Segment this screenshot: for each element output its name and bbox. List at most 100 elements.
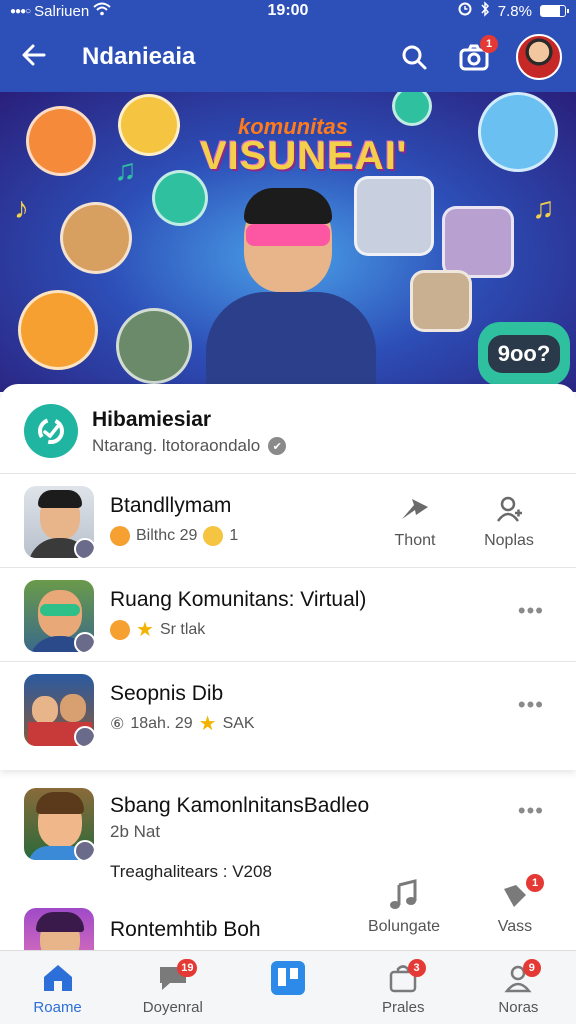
bag-icon <box>346 963 461 993</box>
post-title: Rontemhtib Boh <box>110 918 261 941</box>
post-extra: Treaghalitears : V208 <box>110 862 272 881</box>
post-title: Sbang KamonlnitansBadleo <box>110 794 370 817</box>
list-item-thumbnail <box>24 580 94 652</box>
list-item-meta-prefix: ⑥ <box>110 716 125 733</box>
list-item[interactable]: Seopnis Dib ⑥ 18ah. 29 ★ SAK ••• <box>0 664 576 756</box>
clock: 19:00 <box>267 2 309 19</box>
nav-home-label: Roame <box>33 999 82 1016</box>
like-label: Vass <box>497 918 533 935</box>
board-icon <box>230 961 345 995</box>
music-note-icon: ♪ <box>14 192 29 225</box>
music-note-icon: ♫ <box>114 154 137 187</box>
camera-badge: 1 <box>480 35 498 53</box>
nav-people-label: Noras <box>498 999 539 1016</box>
list-item-meta-extra: SAK <box>222 715 255 732</box>
back-button[interactable] <box>0 41 68 74</box>
list-item-thumbnail <box>24 674 94 746</box>
arrow-left-icon <box>22 44 46 65</box>
like-badge: 1 <box>526 874 544 892</box>
list-item-thumbnail <box>24 486 94 558</box>
more-options-button[interactable]: ••• <box>518 798 544 824</box>
like-button[interactable]: 1 Vass <box>480 874 550 936</box>
verified-check-icon: ✔ <box>268 437 287 455</box>
bottom-navigation: Roame 19 Doyenral 3 Prales 9 Noras <box>0 950 576 1024</box>
page-title: Ndanieaia <box>82 43 196 70</box>
more-options-button[interactable]: ••• <box>518 598 544 624</box>
list-item-meta: Bilthc 29 1 <box>110 526 238 546</box>
search-icon <box>402 45 427 70</box>
banner-photo <box>116 308 192 384</box>
post-thumbnail <box>24 908 94 954</box>
list-item-meta-text: Sr tlak <box>159 621 206 638</box>
reaction-icon <box>203 526 224 546</box>
list-item-meta: ⑥ 18ah. 29 ★ SAK <box>110 714 255 734</box>
status-bar: ●●●○ Salriuen 19:00 7.8% <box>0 0 576 22</box>
community-subtitle: Ntarang. ltotoraondalo ✔ <box>92 436 287 456</box>
nav-board[interactable] <box>230 951 345 1024</box>
nav-people-badge: 9 <box>522 959 541 977</box>
banner-host-illustration <box>206 188 376 392</box>
music-note-icon: ♫ <box>532 192 555 225</box>
list-item-meta: ★ Sr tlak <box>110 620 205 640</box>
camera-button[interactable]: 1 <box>456 35 498 75</box>
nav-chat-badge: 19 <box>177 959 198 977</box>
people-icon <box>461 963 576 993</box>
star-icon: ★ <box>136 619 154 641</box>
banner-sticker <box>478 92 558 172</box>
reaction-icon <box>110 620 130 640</box>
banner-photo <box>410 270 472 332</box>
reaction-icon <box>110 526 130 546</box>
list-item-meta-text: 18ah. 29 <box>130 715 193 732</box>
community-name: Hibamiesiar <box>92 408 212 431</box>
music-label: Bolungate <box>367 918 441 935</box>
nav-chat[interactable]: 19 Doyenral <box>115 951 230 1024</box>
nav-home[interactable]: Roame <box>0 951 115 1024</box>
banner-photo <box>60 202 132 274</box>
list-item-meta-text: Bilthc 29 <box>136 527 198 544</box>
nav-shop-badge: 3 <box>407 959 426 977</box>
banner-sticker <box>392 92 432 126</box>
star-icon: ★ <box>198 713 217 735</box>
battery-icon <box>540 5 569 17</box>
members-label: Noplas <box>484 532 534 549</box>
music-note-icon <box>358 879 450 910</box>
search-button[interactable] <box>396 39 432 75</box>
post-meta: 2b Nat <box>110 822 161 841</box>
community-banner: ♪ ♫ ♫ komunitas VISUNEAI' 9oo? <box>0 92 576 392</box>
community-header[interactable]: Hibamiesiar Ntarang. ltotoraondalo ✔ <box>0 384 576 474</box>
community-card: Hibamiesiar Ntarang. ltotoraondalo ✔ Bta… <box>0 384 576 770</box>
banner-photo <box>442 206 514 278</box>
banner-sticker <box>26 106 96 176</box>
more-options-button[interactable]: ••• <box>518 692 544 718</box>
list-item-title: Seopnis Dib <box>110 682 224 705</box>
user-avatar[interactable] <box>516 34 562 80</box>
nav-chat-label: Doyenral <box>142 999 203 1016</box>
list-item-title: Ruang Komunitans: Virtual) <box>110 588 367 611</box>
battery-level <box>541 6 560 16</box>
banner-headline-large: VISUNEAI' <box>200 134 408 178</box>
music-button[interactable]: Bolungate <box>358 879 450 936</box>
home-icon <box>0 963 115 993</box>
app-bar: Ndanieaia 1 <box>0 22 576 92</box>
banner-sticker <box>18 290 98 370</box>
banner-chat-bubble: 9oo? <box>478 322 570 386</box>
banner-sticker <box>118 94 180 156</box>
list-item[interactable]: Ruang Komunitans: Virtual) ★ Sr tlak ••• <box>0 570 576 662</box>
heart-icon: 1 <box>480 874 550 910</box>
list-item[interactable]: Btandllymam Bilthc 29 1 Thont Noplas <box>0 476 576 568</box>
nav-shop-label: Prales <box>381 999 425 1016</box>
nav-shop[interactable]: 3 Prales <box>346 951 461 1024</box>
person-add-icon <box>474 494 544 524</box>
list-item-title: Btandllymam <box>110 494 232 517</box>
post-thumbnail <box>24 788 94 860</box>
share-label: Thont <box>394 532 436 549</box>
share-arrow-icon <box>380 494 450 524</box>
post-item[interactable]: Sbang KamonlnitansBadleo 2b Nat Treaghal… <box>0 784 576 890</box>
list-item-meta-extra: 1 <box>229 527 239 544</box>
community-subtitle-text: Ntarang. ltotoraondalo <box>92 436 261 455</box>
chat-icon <box>115 963 230 993</box>
members-button[interactable]: Noplas <box>474 494 544 550</box>
share-button[interactable]: Thont <box>380 494 450 550</box>
community-logo-icon <box>24 404 78 458</box>
nav-people[interactable]: 9 Noras <box>461 951 576 1024</box>
